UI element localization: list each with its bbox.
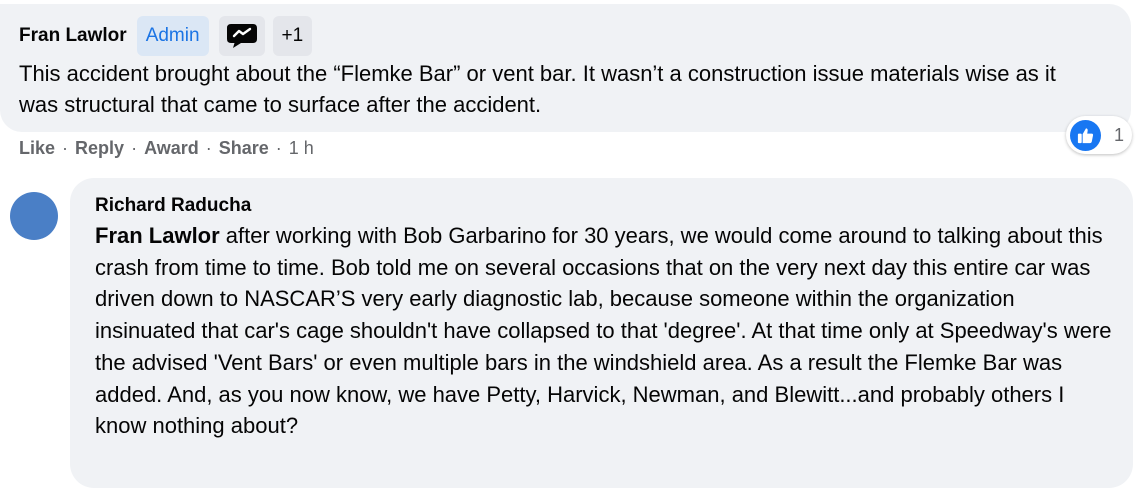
thumbs-up-icon xyxy=(1070,119,1101,151)
comment-actions: Like · Reply · Award · Share · 1 h xyxy=(19,138,314,159)
mention-link[interactable]: Fran Lawlor xyxy=(95,223,220,248)
reaction-count: 1 xyxy=(1114,124,1125,145)
chat-bubble-icon[interactable] xyxy=(218,16,265,56)
comment-header: Fran Lawlor Admin +1 xyxy=(19,16,313,56)
separator-dot: · xyxy=(205,138,212,158)
timestamp[interactable]: 1 h xyxy=(289,138,314,159)
separator-dot: · xyxy=(275,138,282,158)
comment-text: This accident brought about the “Flemke … xyxy=(19,61,1056,117)
reaction-summary[interactable]: 1 xyxy=(1066,116,1132,154)
reply-body: after working with Bob Garbarino for 30 … xyxy=(95,223,1112,439)
separator-dot: · xyxy=(131,138,138,158)
more-badges[interactable]: +1 xyxy=(272,16,313,56)
reply-button[interactable]: Reply xyxy=(75,138,124,159)
reply-text: Fran Lawlor after working with Bob Garba… xyxy=(95,220,1115,442)
reply-author-name[interactable]: Richard Raducha xyxy=(95,195,251,217)
admin-badge[interactable]: Admin xyxy=(136,16,209,56)
like-button[interactable]: Like xyxy=(19,138,55,159)
author-name[interactable]: Fran Lawlor xyxy=(19,25,127,47)
award-button[interactable]: Award xyxy=(144,138,199,159)
separator-dot: · xyxy=(62,138,69,158)
share-button[interactable]: Share xyxy=(219,138,269,159)
avatar[interactable] xyxy=(10,192,58,240)
